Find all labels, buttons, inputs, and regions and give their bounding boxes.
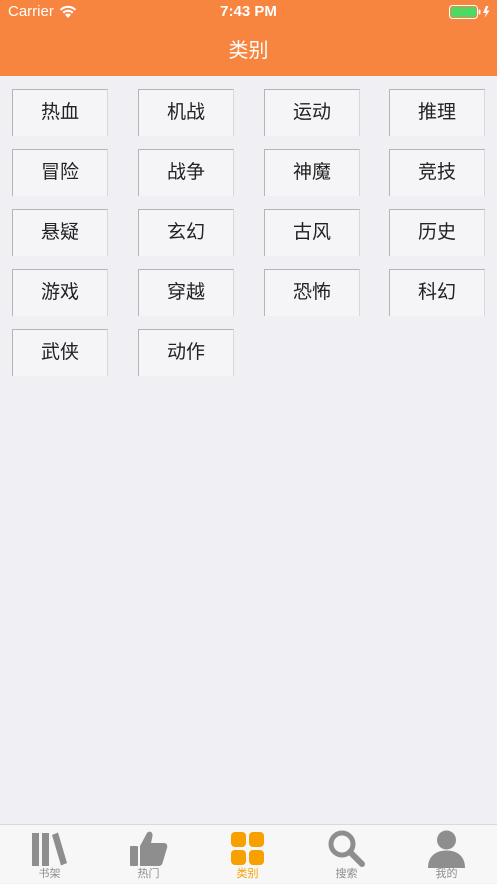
battery-icon xyxy=(449,5,490,19)
category-button[interactable]: 推理 xyxy=(389,89,485,136)
bookshelf-icon xyxy=(32,832,67,866)
tab-hot[interactable]: 热门 xyxy=(99,825,198,884)
status-bar: Carrier 7:43 PM xyxy=(0,0,497,24)
category-button[interactable]: 竞技 xyxy=(389,149,485,196)
category-button[interactable]: 恐怖 xyxy=(264,269,360,316)
category-button[interactable]: 动作 xyxy=(138,329,234,376)
category-button[interactable]: 悬疑 xyxy=(12,209,108,256)
category-grid-icon xyxy=(231,832,264,865)
category-button[interactable]: 战争 xyxy=(138,149,234,196)
category-button[interactable]: 科幻 xyxy=(389,269,485,316)
app-header: Carrier 7:43 PM 类别 xyxy=(0,0,497,76)
tab-label: 热门 xyxy=(137,867,160,880)
category-button[interactable]: 玄幻 xyxy=(138,209,234,256)
category-button[interactable]: 古风 xyxy=(264,209,360,256)
tab-label: 搜索 xyxy=(335,867,358,880)
category-button[interactable]: 机战 xyxy=(138,89,234,136)
category-button[interactable]: 武侠 xyxy=(12,329,108,376)
person-icon xyxy=(428,830,465,868)
category-button[interactable]: 游戏 xyxy=(12,269,108,316)
status-time: 7:43 PM xyxy=(220,3,277,20)
category-button[interactable]: 穿越 xyxy=(138,269,234,316)
tab-mine[interactable]: 我的 xyxy=(397,825,496,884)
tab-bookshelf[interactable]: 书架 xyxy=(0,825,99,884)
search-icon xyxy=(328,830,365,867)
tab-label: 类别 xyxy=(236,867,259,880)
tab-search[interactable]: 搜索 xyxy=(297,825,396,884)
category-button[interactable]: 运动 xyxy=(264,89,360,136)
tab-bar: 书架 热门 类别 搜索 我的 xyxy=(0,824,497,883)
category-button[interactable]: 热血 xyxy=(12,89,108,136)
category-button[interactable]: 历史 xyxy=(389,209,485,256)
tab-label: 书架 xyxy=(38,867,61,880)
category-button[interactable]: 冒险 xyxy=(12,149,108,196)
tab-category[interactable]: 类别 xyxy=(198,825,297,884)
tab-label: 我的 xyxy=(435,867,458,880)
page-title: 类别 xyxy=(228,38,269,62)
category-button[interactable]: 神魔 xyxy=(264,149,360,196)
thumbs-up-icon xyxy=(130,831,168,866)
